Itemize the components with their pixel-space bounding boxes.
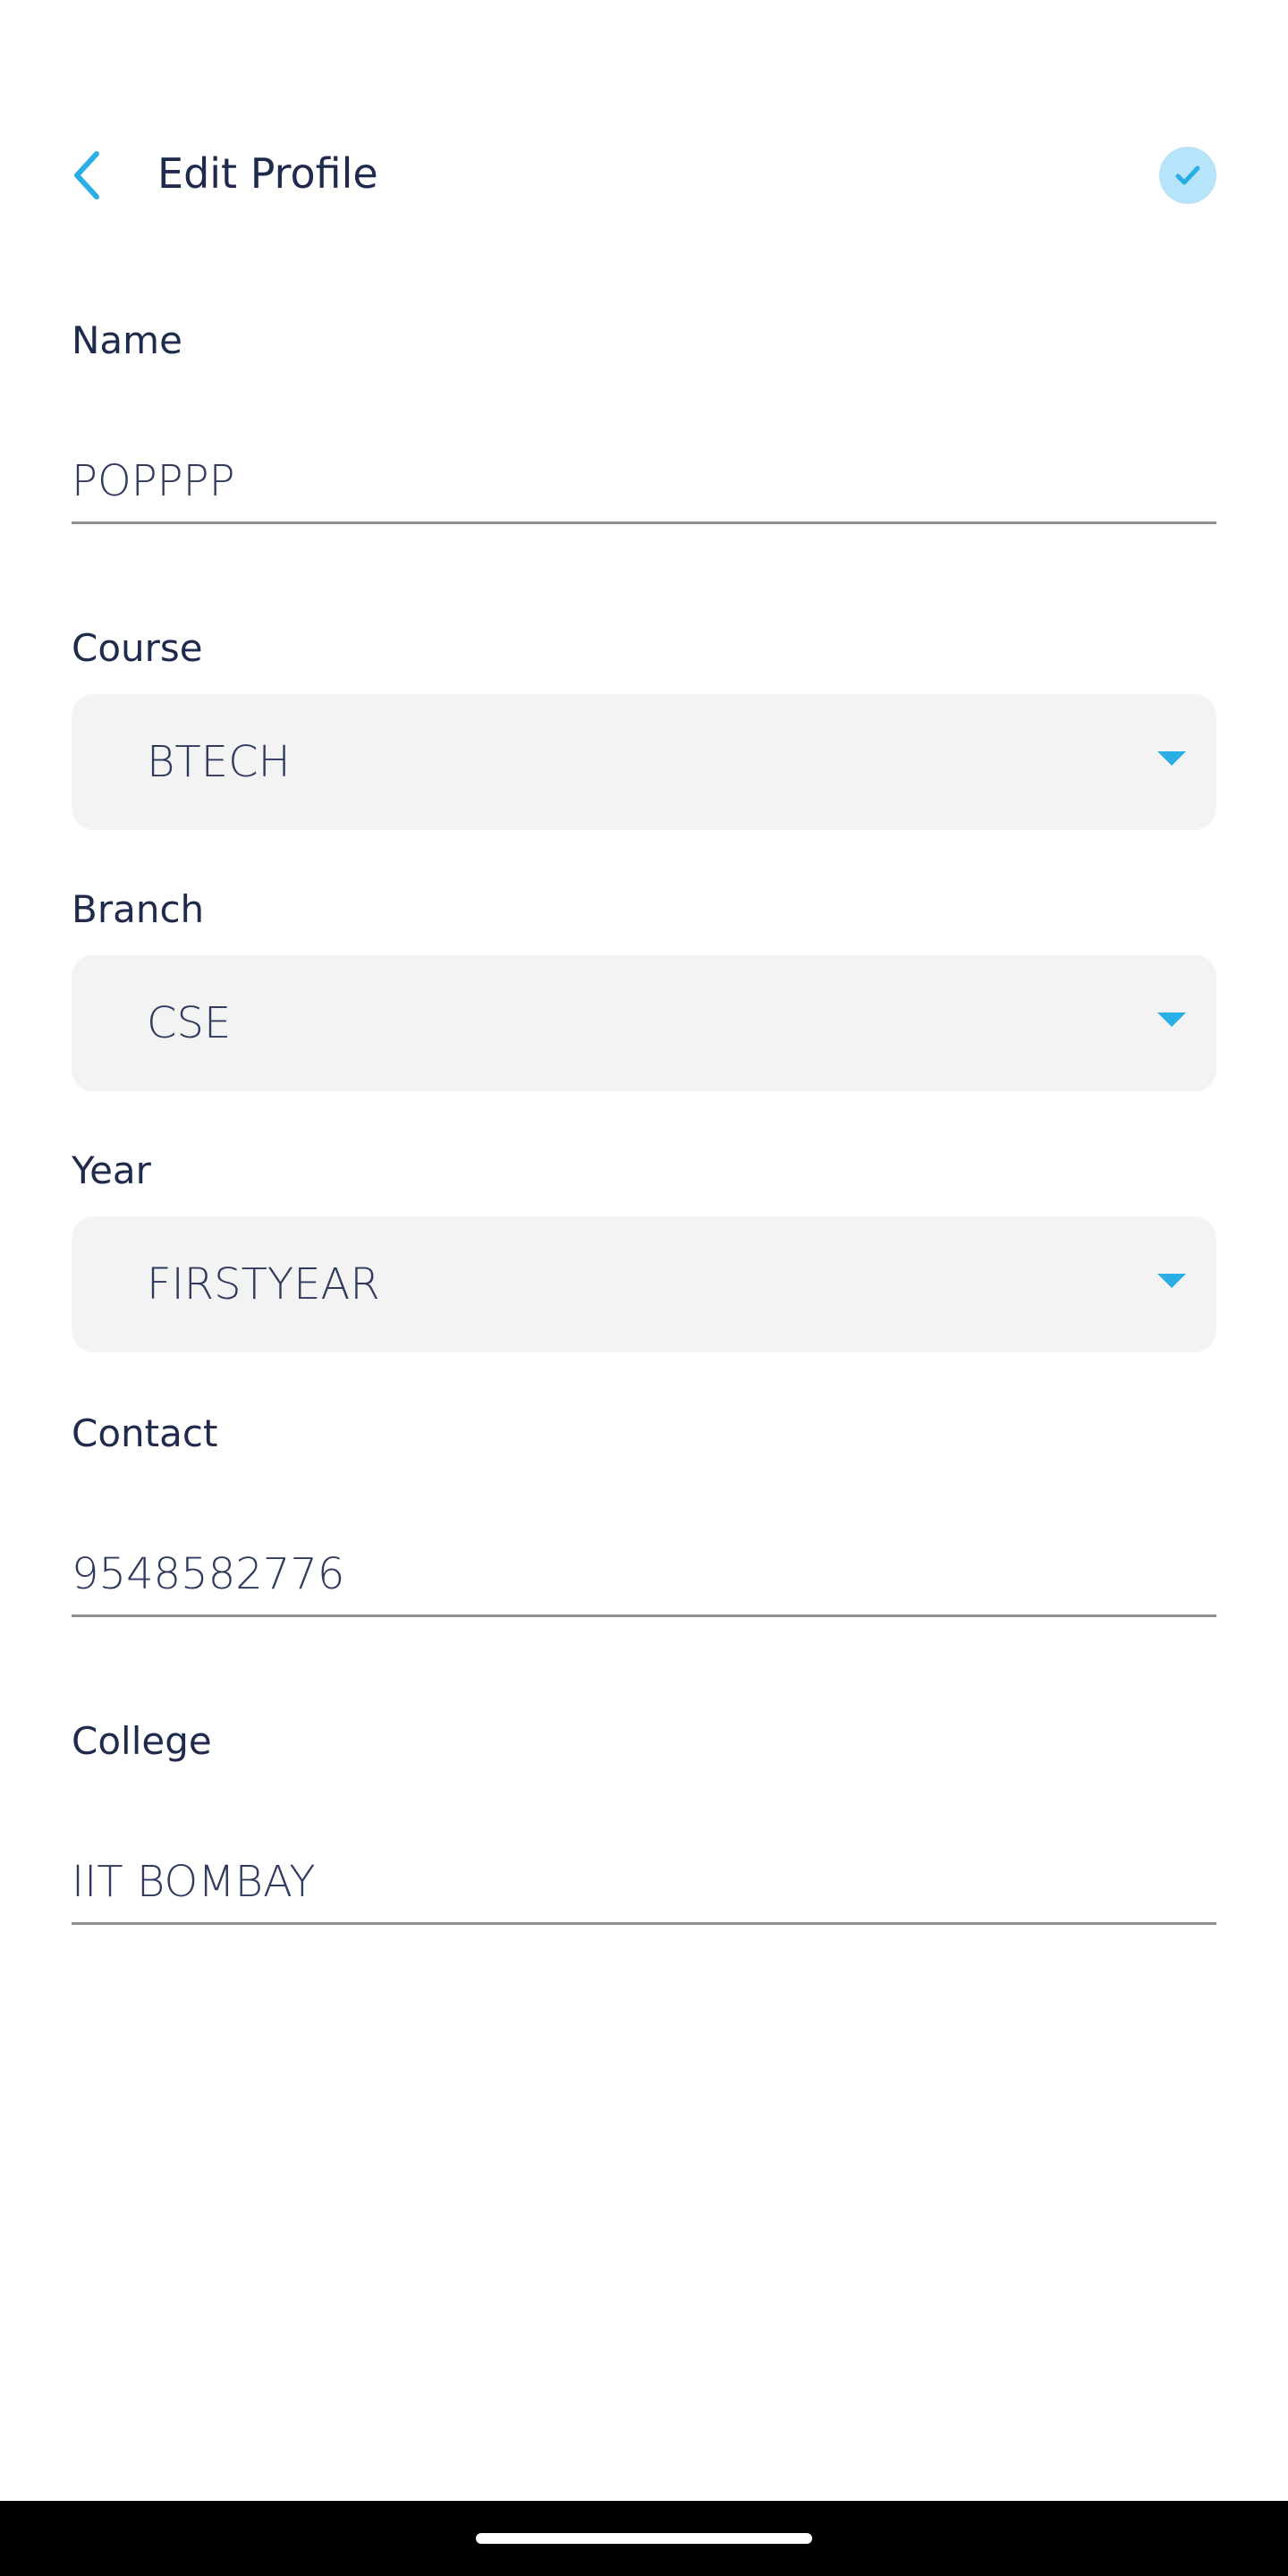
college-field[interactable]: IIT BOMBAY xyxy=(72,1844,1216,1925)
year-value: FIRSTYEAR xyxy=(147,1259,380,1309)
course-select[interactable]: BTECH xyxy=(72,694,1216,830)
app-header: Edit Profile xyxy=(0,125,1288,225)
year-select[interactable]: FIRSTYEAR xyxy=(72,1216,1216,1352)
contact-value: 9548582776 xyxy=(72,1549,345,1599)
name-value: POPPPP xyxy=(72,456,235,506)
name-label: Name xyxy=(72,318,182,362)
chevron-left-icon xyxy=(74,151,99,199)
course-value: BTECH xyxy=(147,737,291,787)
page-title: Edit Profile xyxy=(157,149,378,198)
dropdown-arrow-icon xyxy=(1157,751,1186,766)
home-indicator[interactable] xyxy=(476,2533,812,2544)
course-label: Course xyxy=(72,626,203,670)
dropdown-arrow-icon xyxy=(1157,1274,1186,1288)
year-label: Year xyxy=(72,1148,151,1192)
system-nav-bar xyxy=(0,2501,1288,2576)
college-value: IIT BOMBAY xyxy=(72,1857,316,1907)
dropdown-arrow-icon xyxy=(1157,1013,1186,1027)
check-icon xyxy=(1175,165,1200,185)
college-label: College xyxy=(72,1719,212,1763)
branch-select[interactable]: CSE xyxy=(72,955,1216,1091)
branch-label: Branch xyxy=(72,887,205,931)
edit-profile-screen: Edit Profile Name POPPPP Course BTECH Br… xyxy=(0,0,1288,2576)
name-field[interactable]: POPPPP xyxy=(72,444,1216,524)
save-button[interactable] xyxy=(1159,147,1216,204)
branch-value: CSE xyxy=(147,998,232,1048)
contact-field[interactable]: 9548582776 xyxy=(72,1537,1216,1617)
back-button[interactable] xyxy=(54,141,122,209)
contact-label: Contact xyxy=(72,1411,218,1455)
